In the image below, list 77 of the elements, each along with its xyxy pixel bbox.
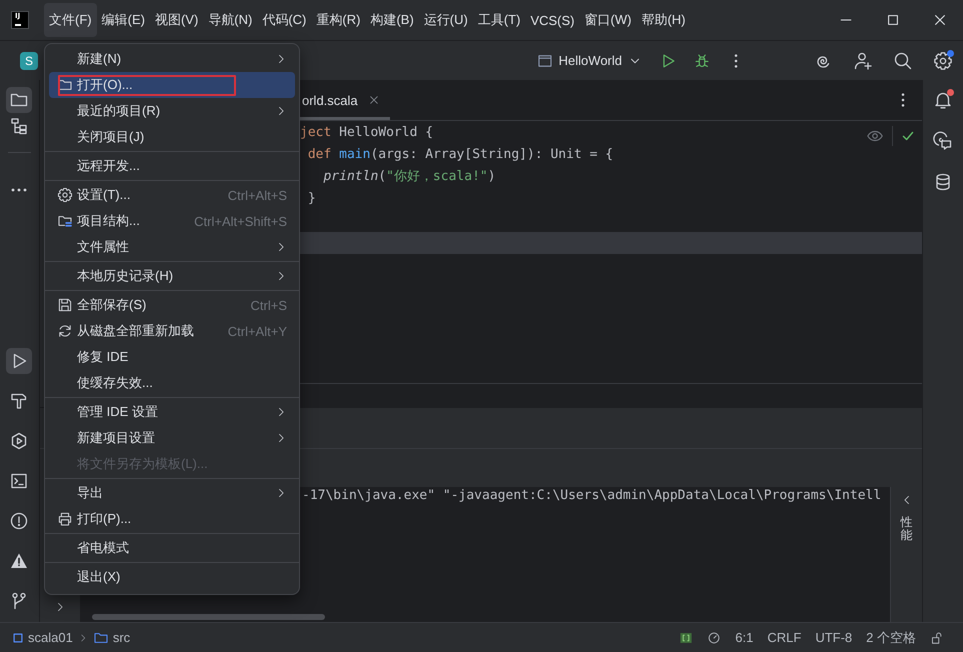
menu-bar-item[interactable]: 文件(F) (44, 3, 97, 37)
menu-item[interactable]: 新建(N) (49, 46, 295, 72)
tool-window-button[interactable] (6, 87, 32, 113)
bell-icon[interactable] (933, 90, 953, 110)
menu-bar-item[interactable]: VCS(S) (525, 3, 580, 37)
shortcut-text: Ctrl+Alt+Shift+S (194, 214, 287, 228)
tool-window-button[interactable] (6, 348, 32, 374)
breadcrumb-item[interactable]: scala01 (12, 630, 73, 645)
folder-list-icon (57, 213, 73, 229)
shortcut-text: Ctrl+Alt+S (228, 188, 287, 202)
settings-icon (57, 187, 73, 203)
status-item[interactable]: UTF-8 (815, 630, 852, 645)
menu-item[interactable]: 全部保存(S) Ctrl+S (49, 292, 295, 318)
menu-item[interactable]: 新建项目设置 (49, 425, 295, 451)
menu-item[interactable]: 使缓存失效... (49, 370, 295, 396)
menu-bar-item[interactable]: 工具(T) (472, 3, 526, 37)
menu-bar-item[interactable]: 编辑(E) (96, 3, 150, 37)
code-line: def main(args: Array[String]): Unit = { (306, 147, 614, 162)
menu-bar-item[interactable]: 构建(B) (365, 3, 419, 37)
menu-item[interactable]: 远程开发... (49, 153, 295, 179)
menu-item[interactable]: 文件属性 (49, 234, 295, 260)
reload-icon (57, 323, 73, 339)
exclamation-circle-icon (9, 511, 29, 531)
menu-item[interactable]: 退出(X) (49, 564, 295, 590)
code-line: ject HelloWorld { (300, 125, 434, 140)
debug-icon[interactable] (693, 52, 711, 70)
bracket-tile-icon[interactable] (679, 630, 694, 644)
notification-dot-icon (947, 89, 954, 96)
hierarchy-icon (9, 116, 29, 136)
close-icon[interactable] (368, 94, 380, 106)
chat-icon[interactable] (933, 131, 953, 151)
print-icon (57, 511, 73, 527)
menu-item[interactable]: 本地历史记录(H) (49, 263, 295, 289)
scrollbar-thumb[interactable] (92, 614, 325, 620)
status-item[interactable]: 6:1 (735, 630, 754, 645)
save-icon (57, 297, 73, 313)
run-configuration-selector[interactable]: HelloWorld (532, 46, 646, 74)
add-user-icon[interactable] (853, 50, 873, 70)
hammer-icon (9, 391, 29, 411)
check-icon (901, 129, 915, 143)
menu-bar-item[interactable]: 窗口(W) (580, 3, 636, 37)
code-line: println("你好，scala!") (322, 169, 496, 184)
menu-item[interactable]: 打印(P)... (49, 506, 295, 532)
menu-bar-item[interactable]: 代码(C) (257, 3, 312, 37)
status-item[interactable]: CRLF (767, 630, 802, 645)
menu-item[interactable]: 项目结构... Ctrl+Alt+Shift+S (49, 208, 295, 234)
code-line: } (306, 191, 316, 206)
menu-item[interactable]: 管理 IDE 设置 (49, 399, 295, 425)
console-text: -17\bin\java.exe" "-javaagent:C:\Users\admin\AppData\Local\Programs\Intell (302, 488, 882, 503)
status-item[interactable]: 2 个空格 (866, 628, 916, 646)
terminal-icon (9, 471, 29, 491)
settings-icon[interactable] (933, 50, 953, 70)
notification-dot-icon (947, 50, 954, 56)
shortcut-text: Ctrl+Alt+Y (228, 324, 287, 338)
menu-bar-item[interactable]: 导航(N) (203, 3, 258, 37)
menu-bar-item[interactable]: 视图(V) (150, 3, 204, 37)
menu-item[interactable]: 从磁盘全部重新加载 Ctrl+Alt+Y (49, 318, 295, 344)
square-outline-icon (12, 632, 24, 644)
folder-icon (57, 77, 73, 93)
menu-bar-item[interactable]: 重构(R) (311, 3, 366, 37)
menu-item[interactable]: 省电模式 (49, 535, 295, 561)
menu-bar-item[interactable]: 帮助(H) (636, 3, 690, 37)
shortcut-text: Ctrl+S (250, 298, 287, 312)
menu-bar-item[interactable]: 运行(U) (418, 3, 473, 37)
breadcrumb-item[interactable]: src (92, 630, 130, 646)
window-icon (536, 52, 553, 68)
menu-item[interactable]: 导出 (49, 480, 295, 506)
hexagon-play-icon (9, 431, 29, 451)
gauge-icon[interactable] (707, 630, 722, 644)
warning-icon (9, 551, 29, 571)
search-icon[interactable] (893, 50, 913, 70)
menu-item[interactable]: 设置(T)... Ctrl+Alt+S (49, 182, 295, 208)
menu-item[interactable]: 关闭项目(J) (49, 124, 295, 150)
lock-icon[interactable] (930, 630, 944, 644)
menu-item[interactable]: 打开(O)... (49, 72, 295, 98)
side-panel-tab[interactable]: 性能 (900, 516, 912, 542)
menu-item[interactable]: 修复 IDE (49, 344, 295, 370)
